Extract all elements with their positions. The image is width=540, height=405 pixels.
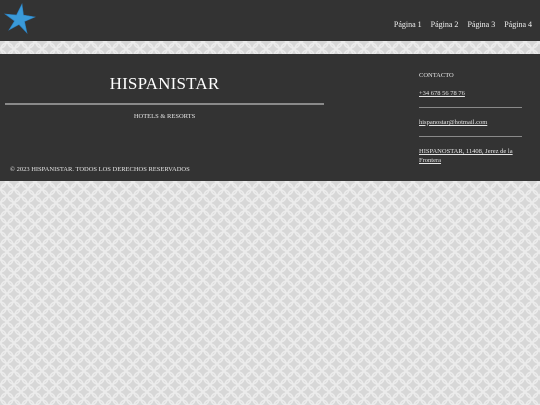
main-nav: Página 1 Página 2 Página 3 Página 4 <box>394 20 532 29</box>
site-footer: HISPANISTAR HOTELS & RESORTS © 2023 HISP… <box>0 54 540 181</box>
email-link[interactable]: hispanostar@hotmail.com <box>419 118 522 128</box>
star-logo-icon[interactable] <box>2 2 37 35</box>
contact-divider-1 <box>419 106 522 108</box>
contact-heading: CONTACTO <box>419 72 454 79</box>
contact-divider-2 <box>419 135 522 137</box>
nav-link-pagina-2[interactable]: Página 2 <box>431 20 459 29</box>
nav-link-pagina-4[interactable]: Página 4 <box>504 20 532 29</box>
brand-divider <box>5 103 324 105</box>
brand-subtitle: HOTELS & RESORTS <box>133 113 196 120</box>
blue-star-icon <box>3 2 37 34</box>
address-link[interactable]: HISPANOSTAR, 11408, Jerez de la Frontera <box>419 147 522 167</box>
copyright-text: © 2023 HISPANISTAR. TODOS LOS DERECHOS R… <box>10 166 190 173</box>
nav-link-pagina-1[interactable]: Página 1 <box>394 20 422 29</box>
brand-title: HISPANISTAR <box>109 74 220 93</box>
phone-link[interactable]: +34 678 56 78 76 <box>419 89 522 99</box>
nav-link-pagina-3[interactable]: Página 3 <box>467 20 495 29</box>
site-header: Página 1 Página 2 Página 3 Página 4 <box>0 0 540 41</box>
contact-section: CONTACTO +34 678 56 78 76 hispanostar@ho… <box>419 72 522 166</box>
